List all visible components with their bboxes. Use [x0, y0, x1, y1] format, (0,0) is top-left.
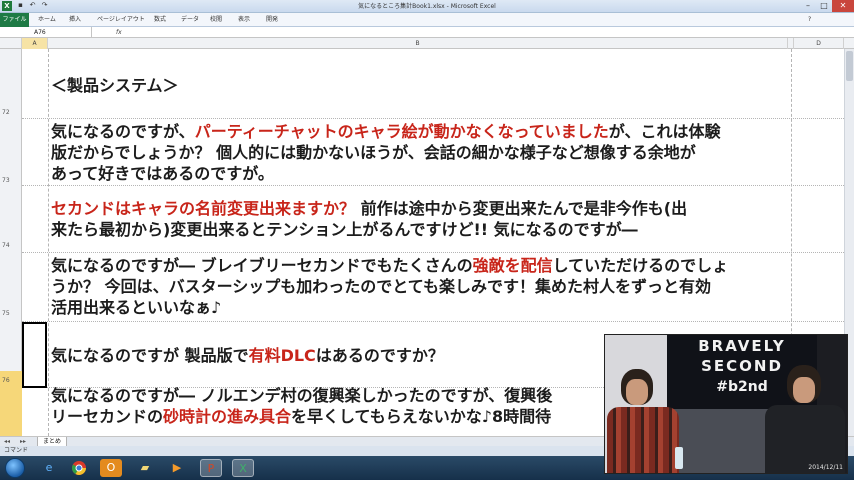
cell-text: を早くしてもらえないかな♪8時間待	[291, 407, 552, 426]
maximize-icon[interactable]: □	[816, 0, 832, 12]
cell-line: 気になるのですが― ブレイブリーセカンドでもたくさんの強敵を配信していただけるの…	[51, 255, 728, 276]
cell-text: していただけるのでしょ	[552, 256, 729, 275]
cell-text: リーセカンドの	[51, 407, 164, 426]
active-cell-a76[interactable]	[22, 322, 47, 388]
tab-home[interactable]: ホーム	[38, 13, 56, 27]
tab-view[interactable]: 表示	[238, 13, 250, 27]
name-box[interactable]: A76	[0, 27, 92, 38]
cell-b77[interactable]: 気になるのですが― ノルエンデ村の復興楽しかったのですが、復興後 リーセカンドの砂…	[51, 385, 552, 427]
ribbon-tab-bar: ファイル ホーム 挿入 ページレイアウト 数式 データ 校閲 表示 開発 ?	[0, 13, 854, 27]
tab-review[interactable]: 校閲	[210, 13, 222, 27]
cell-line: ＜製品システム＞	[51, 75, 179, 96]
cell-b74[interactable]: セカンドはキャラの名前変更出来ますか？ 前作は途中から変更出来たんで是非今作も(…	[51, 198, 687, 240]
cell-line: 気になるのですが― ノルエンデ村の復興楽しかったのですが、復興後	[51, 385, 552, 406]
close-icon[interactable]: ✕	[832, 0, 854, 12]
cell-text: が、これは体験	[608, 122, 721, 141]
fx-icon[interactable]: fx	[116, 27, 122, 38]
row-number[interactable]: 75	[0, 310, 22, 317]
select-all-corner[interactable]	[0, 38, 22, 49]
cell-line: 気になるのですが、パーティーチャットのキャラ絵が動かなくなっていましたが、これは…	[51, 121, 720, 142]
chrome-icon[interactable]	[68, 459, 90, 477]
tab-data[interactable]: データ	[181, 13, 199, 27]
minimize-icon[interactable]: –	[800, 0, 816, 12]
cell-text: 気になるのですが 製品版で	[51, 346, 249, 365]
column-header-a[interactable]: A	[22, 38, 48, 49]
tab-developer[interactable]: 開発	[266, 13, 278, 27]
row-number[interactable]: 73	[0, 177, 22, 184]
powerpoint-icon[interactable]: P	[200, 459, 222, 477]
row-headers: 72 73 74 75 76	[0, 49, 22, 437]
cell-text: 活用出来るといいなぁ♪	[51, 298, 222, 317]
scrollbar-thumb[interactable]	[846, 51, 853, 81]
outlook-icon[interactable]: O	[100, 459, 122, 477]
highlighted-text: セカンドはキャラの名前変更出来ますか？	[51, 199, 356, 218]
cell-b75[interactable]: 気になるのですが― ブレイブリーセカンドでもたくさんの強敵を配信していただけるの…	[51, 255, 728, 318]
highlighted-text: 有料DLC	[248, 346, 316, 365]
tab-page-layout[interactable]: ページレイアウト	[97, 13, 145, 27]
cell-text: 気になるのですが― ブレイブリーセカンドでもたくさんの	[51, 256, 473, 275]
cell-line: 気になるのですが 製品版で有料DLCはあるのですか？	[51, 345, 444, 366]
row-number[interactable]: 72	[0, 109, 22, 116]
broadcast-date: 2014/12/11	[808, 464, 843, 471]
tab-formulas[interactable]: 数式	[154, 13, 166, 27]
cell-text: 版だからでしょうか？ 個人的には動かないほうが、会話の細かな様子など想像する余地…	[51, 143, 696, 162]
cell-line: セカンドはキャラの名前変更出来ますか？ 前作は途中から変更出来たんで是非今作も(…	[51, 198, 687, 219]
title-bar: X ▪ ↶ ↷ 気になるところ集計Book1.xlsx - Microsoft …	[0, 0, 854, 13]
cell-text: はあるのですか？	[315, 346, 444, 365]
row-number[interactable]: 74	[0, 242, 22, 249]
media-player-icon[interactable]: ▶	[166, 459, 188, 477]
cell-line: 活用出来るといいなぁ♪	[51, 297, 728, 318]
windows-start-icon[interactable]	[5, 458, 25, 478]
excel-icon[interactable]: X	[232, 459, 254, 477]
cell-b76[interactable]: 気になるのですが 製品版で有料DLCはあるのですか？	[51, 345, 444, 366]
highlighted-text: 強敵を配信	[472, 256, 553, 275]
cell-text: あって好きではあるのですが。	[51, 164, 274, 183]
highlighted-text: 砂時計の進み具合	[163, 407, 292, 426]
cell-text: 気になるのですが― ノルエンデ村の復興楽しかったのですが、復興後	[51, 386, 553, 405]
highlighted-text: パーティーチャットのキャラ絵が動かなくなっていました	[194, 122, 609, 141]
formula-input[interactable]	[130, 27, 854, 38]
cell-line: 来たら最初から)変更出来るとテンション上がるんですけど!! 気になるのですが―	[51, 219, 687, 240]
tab-insert[interactable]: 挿入	[69, 13, 81, 27]
cell-text: 気になるのですが、	[51, 122, 195, 141]
cell-line: あって好きではあるのですが。	[51, 163, 720, 184]
column-headers: A B D	[0, 38, 854, 49]
help-icon[interactable]: ?	[808, 13, 811, 27]
cell-text: 来たら最初から)変更出来るとテンション上がるんですけど!! 気になるのですが―	[51, 220, 638, 239]
banner-text: BRAVELY	[698, 337, 786, 355]
internet-explorer-icon[interactable]: e	[38, 459, 60, 477]
cell-line: 版だからでしょうか？ 個人的には動かないほうが、会話の細かな様子など想像する余地…	[51, 142, 720, 163]
video-overlay: BRAVELY SECOND #b2nd 2014/12/11	[604, 334, 848, 474]
water-bottle	[675, 447, 683, 469]
column-header-d[interactable]: D	[794, 38, 844, 49]
folder-icon[interactable]: ▰	[134, 459, 156, 477]
window-title: 気になるところ集計Book1.xlsx - Microsoft Excel	[358, 3, 496, 10]
cell-text: 前作は途中から変更出来たんで是非今作も(出	[355, 199, 688, 218]
row-number[interactable]: 76	[0, 377, 22, 384]
cell-text: ＜製品システム＞	[51, 76, 179, 95]
cell-b72[interactable]: ＜製品システム＞	[51, 75, 179, 96]
formula-bar: A76 fx	[0, 27, 854, 38]
cell-text: うか？ 今回は、バスターシップも加わったのでとても楽しみです！集めた村人をずっと…	[51, 277, 711, 296]
file-tab[interactable]: ファイル	[0, 13, 29, 27]
cell-b73[interactable]: 気になるのですが、パーティーチャットのキャラ絵が動かなくなっていましたが、これは…	[51, 121, 720, 184]
column-header-b[interactable]: B	[48, 38, 788, 49]
cell-line: うか？ 今回は、バスターシップも加わったのでとても楽しみです！集めた村人をずっと…	[51, 276, 728, 297]
cell-line: リーセカンドの砂時計の進み具合を早くしてもらえないかな♪8時間待	[51, 406, 552, 427]
